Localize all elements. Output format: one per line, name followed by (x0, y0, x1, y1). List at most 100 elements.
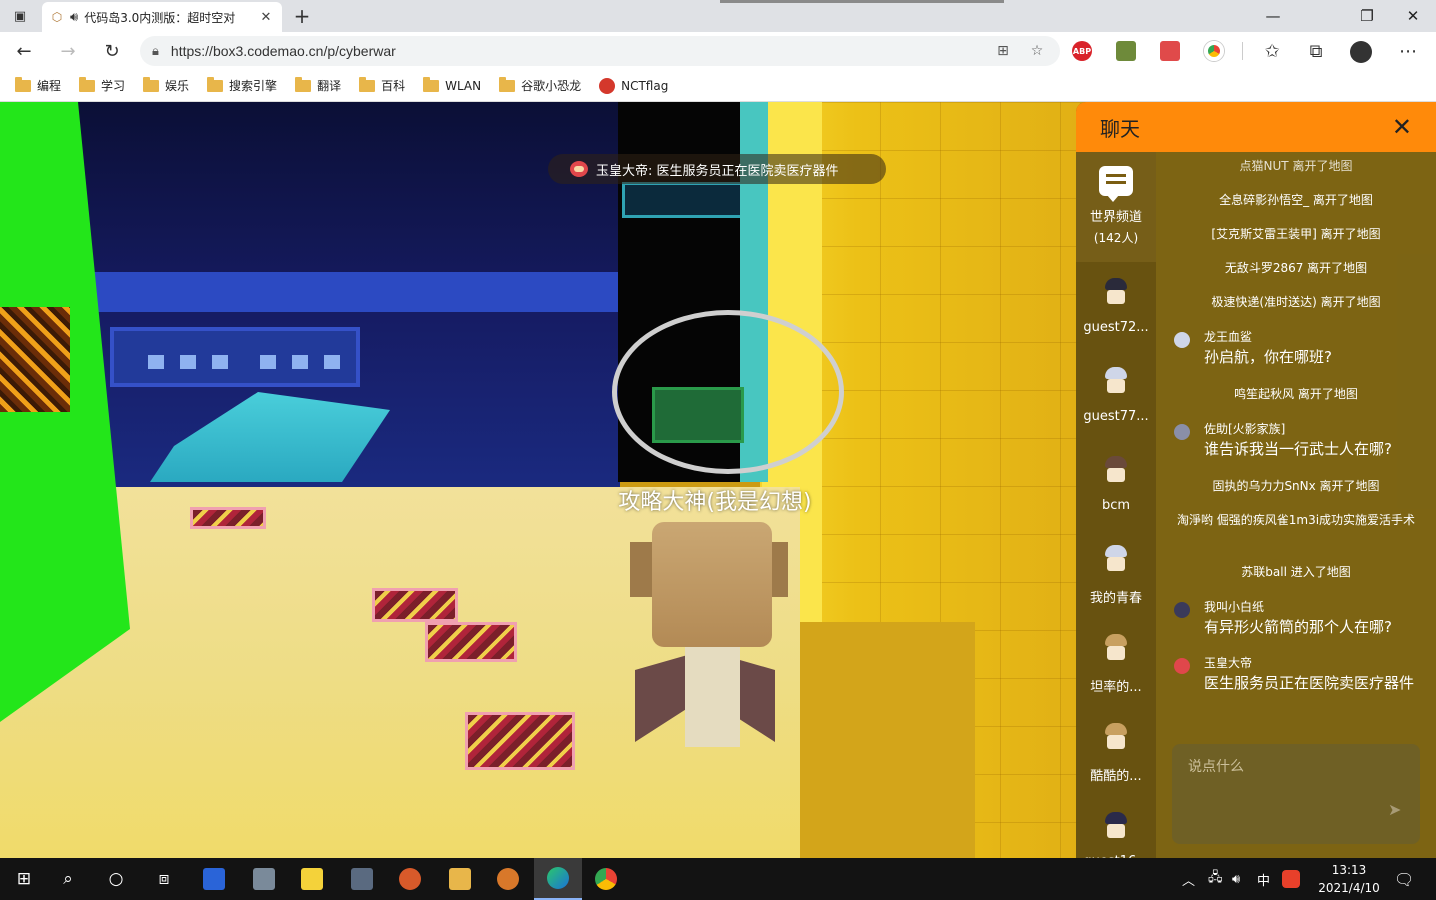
user-name: 坦率的... (1090, 680, 1142, 695)
game-extension-icon[interactable] (1160, 41, 1180, 61)
user-avatar (1100, 634, 1132, 666)
adblock-extension-icon[interactable]: ABP (1072, 41, 1092, 61)
volume-icon[interactable]: 🔊︎ (1232, 858, 1240, 900)
chrome-extension-icon[interactable] (1204, 41, 1224, 61)
system-message: 淘淨哟 倔强的疾风雀1m3i成功实施爱活手术 (1176, 513, 1416, 527)
ime-indicator[interactable]: 中 (1257, 858, 1270, 900)
bookmark-folder[interactable]: 谷歌小恐龙 (492, 75, 588, 96)
bookmark-folder[interactable]: WLAN (416, 76, 488, 95)
floor-tile (465, 712, 575, 770)
tray-chevron-icon[interactable]: ︿ (1182, 858, 1195, 900)
user-name: guest72... (1083, 320, 1149, 335)
channel-world[interactable]: 世界频道 (142人) (1076, 152, 1156, 262)
app-icon-orange[interactable] (484, 858, 532, 900)
folder-icon (499, 76, 516, 92)
address-bar[interactable]: 🔒︎ https://box3.codemao.cn/p/cyberwar ⊞ … (140, 36, 1060, 66)
cortana-icon[interactable]: ○ (92, 858, 140, 900)
online-user-item[interactable]: 我的青春 (1076, 529, 1156, 618)
chrome-icon[interactable] (582, 858, 630, 900)
online-user-item[interactable]: 酷酷的... (1076, 707, 1156, 796)
favorites-icon[interactable]: ✩ (1258, 38, 1286, 64)
tab-close-icon[interactable]: ✕ (258, 10, 274, 25)
bookmark-folder[interactable]: 娱乐 (136, 75, 196, 96)
calculator-icon[interactable] (338, 858, 386, 900)
message-sender: 佐助[火影家族] (1204, 422, 1286, 436)
bookmark-folder[interactable]: 学习 (72, 75, 132, 96)
message-text: 孙启航，你在哪班? (1204, 348, 1332, 366)
maximize-button[interactable]: ❐ (1344, 0, 1390, 32)
user-avatar (1174, 332, 1190, 348)
forward-button[interactable]: → (54, 38, 82, 64)
online-user-item[interactable]: guest77... (1076, 351, 1156, 440)
user-name: bcm (1101, 498, 1131, 513)
system-clock[interactable]: 13:13 2021/4/10 (1308, 861, 1390, 897)
close-window-button[interactable]: ✕ (1390, 0, 1436, 32)
network-icon[interactable]: 🖧︎ (1208, 858, 1223, 900)
cube-favicon-icon: ⬡ (51, 10, 63, 24)
edge-browser-icon[interactable] (534, 858, 582, 900)
announcement-banner: 玉皇大帝: 医生服务员正在医院卖医疗器件 (548, 154, 886, 184)
task-view-icon[interactable]: ⧈ (140, 858, 188, 900)
speaker-icon[interactable]: 🔊︎ (70, 10, 78, 25)
chat-input[interactable]: 说点什么 ➤ (1172, 744, 1420, 844)
bookmark-folder[interactable]: 翻译 (288, 75, 348, 96)
app-grid-icon[interactable]: ⊞ (992, 43, 1014, 59)
user-avatar (1100, 545, 1132, 577)
message-sender: 玉皇大帝 (1204, 656, 1253, 670)
music-player-icon[interactable] (386, 858, 434, 900)
start-button[interactable]: ⊞ (0, 858, 48, 900)
send-icon[interactable]: ➤ (1388, 800, 1404, 819)
sogou-icon[interactable] (1282, 858, 1300, 900)
minimize-button[interactable]: — (1250, 0, 1296, 32)
upper-window (622, 182, 748, 218)
file-explorer-icon[interactable] (436, 858, 484, 900)
user-avatar (1174, 602, 1190, 618)
url-text[interactable]: https://box3.codemao.cn/p/cyberwar (171, 43, 980, 59)
notification-icon[interactable]: 🗨︎ (1394, 858, 1414, 900)
reload-button[interactable]: ↻ (98, 38, 126, 64)
cube-extension-icon[interactable] (1116, 41, 1136, 61)
lock-icon[interactable]: 🔒︎ (152, 44, 159, 59)
system-message: 无敌斗罗2867 离开了地图 (1224, 261, 1368, 275)
add-favorite-icon[interactable]: ☆ (1026, 43, 1048, 59)
tab-title: 代码岛3.0内测版：超时空对 (84, 10, 236, 25)
window-drag-indicator (720, 0, 1004, 3)
online-user-item[interactable]: guest72... (1076, 262, 1156, 351)
tab-active[interactable]: ⬡ 🔊︎ 代码岛3.0内测版：超时空对 ✕ (42, 2, 282, 32)
profile-avatar[interactable] (1350, 41, 1372, 63)
chat-close-button[interactable]: ✕ (1392, 114, 1412, 140)
app-icon-blue[interactable] (190, 858, 238, 900)
message-sender: 我叫小白纸 (1204, 600, 1265, 614)
bookmark-nctflag[interactable]: NCTflag (592, 76, 675, 96)
user-name: 酷酷的... (1090, 769, 1142, 784)
user-avatar (1100, 456, 1132, 488)
online-user-item[interactable]: guest16... (1076, 796, 1156, 858)
camera-icon[interactable] (240, 858, 288, 900)
sticky-notes-icon[interactable] (288, 858, 336, 900)
lava-block (0, 307, 70, 412)
chat-header: 聊天 (1076, 102, 1436, 152)
user-avatar (1100, 812, 1132, 844)
tab-strip: ▣ ⬡ 🔊︎ 代码岛3.0内测版：超时空对 ✕ + — ❐ ✕ (0, 0, 1436, 32)
online-user-item[interactable]: bcm (1076, 440, 1156, 529)
search-icon[interactable]: ⌕ (44, 858, 92, 900)
sender-avatar (570, 161, 588, 177)
clock-time: 13:13 (1331, 863, 1367, 877)
online-user-item[interactable]: 坦率的... (1076, 618, 1156, 707)
back-button[interactable]: ← (10, 38, 38, 64)
game-viewport[interactable]: 玉皇大帝: 医生服务员正在医院卖医疗器件 攻略大神(我是幻想) 聊天 ✕ 世界频… (0, 102, 1436, 858)
bookmark-folder[interactable]: 编程 (8, 75, 68, 96)
system-message: 苏联ball 进入了地图 (1241, 565, 1351, 579)
new-tab-button[interactable]: + (290, 4, 314, 28)
message-list[interactable]: 点猫NUT 离开了地图 全息碎影孙悟空_ 离开了地图 [艾克斯艾雷王装甲] 离开… (1166, 152, 1426, 742)
collections-icon[interactable]: ⧉ (1302, 38, 1330, 64)
taskbar: ⊞ ⌕ ○ ⧈ ︿ 🖧︎ 🔊︎ 中 13:13 2021/4/10 🗨︎ (0, 858, 1436, 900)
tab-actions-icon[interactable]: ▣ (8, 6, 32, 26)
nctflag-icon (599, 77, 616, 94)
system-message: 极速快递(准时送达) 离开了地图 (1211, 295, 1381, 309)
menu-icon[interactable]: ⋯ (1394, 38, 1422, 64)
system-message: 鸣笙起秋风 离开了地图 (1234, 387, 1358, 401)
bookmark-folder[interactable]: 搜索引擎 (200, 75, 284, 96)
bookmark-folder[interactable]: 百科 (352, 75, 412, 96)
system-message: [艾克斯艾雷王装甲] 离开了地图 (1211, 227, 1381, 241)
